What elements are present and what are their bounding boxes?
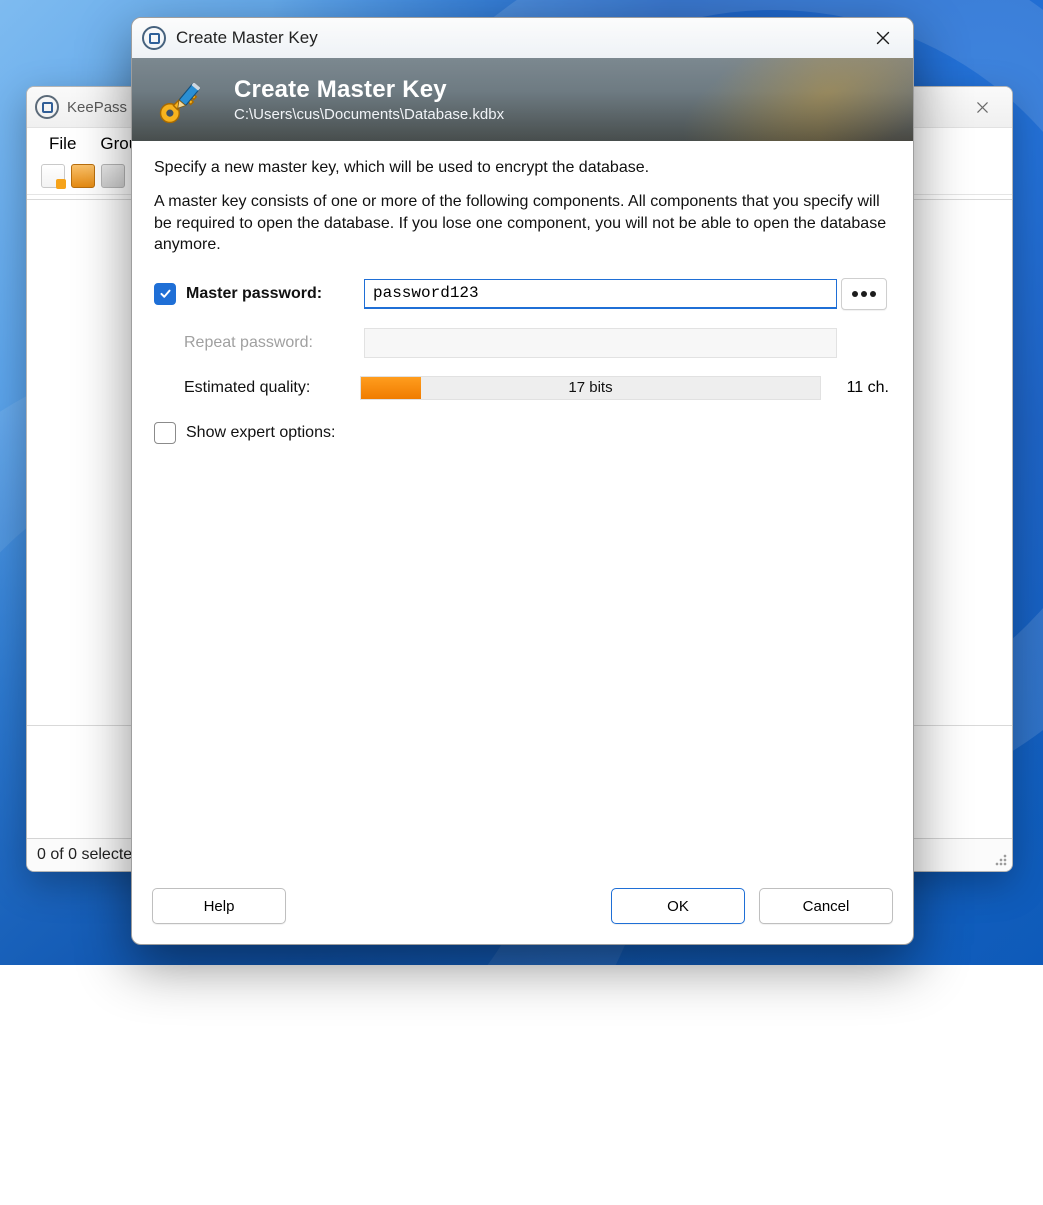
dialog-titlebar[interactable]: Create Master Key	[132, 18, 913, 58]
dialog-body: Specify a new master key, which will be …	[132, 141, 913, 874]
master-password-input[interactable]	[364, 279, 837, 309]
ok-button[interactable]: OK	[611, 888, 745, 924]
dialog-close-button[interactable]	[863, 24, 903, 52]
menu-file[interactable]: File	[49, 134, 76, 154]
expert-options-checkbox[interactable]	[154, 422, 176, 444]
dots-icon	[852, 291, 858, 297]
key-pencil-icon	[150, 65, 220, 135]
intro-text-1: Specify a new master key, which will be …	[154, 159, 891, 177]
resize-grip-icon[interactable]	[994, 853, 1008, 867]
expert-options-label: Show expert options:	[186, 424, 335, 442]
quality-bar: 17 bits	[360, 376, 821, 400]
keepass-app-icon	[35, 95, 59, 119]
quality-label: Estimated quality:	[184, 379, 310, 396]
toolbar-new-icon[interactable]	[41, 164, 65, 188]
dialog-title: Create Master Key	[176, 28, 318, 48]
master-password-checkbox[interactable]	[154, 283, 176, 305]
dialog-footer: Help OK Cancel	[132, 874, 913, 944]
banner-heading: Create Master Key	[234, 76, 504, 104]
status-text: 0 of 0 selected	[37, 846, 141, 864]
master-password-label: Master password:	[186, 285, 322, 303]
main-title: KeePass	[67, 99, 127, 116]
repeat-password-label: Repeat password:	[184, 334, 313, 352]
create-master-key-dialog: Create Master Key	[131, 17, 914, 945]
cancel-button[interactable]: Cancel	[759, 888, 893, 924]
main-close-button[interactable]	[960, 92, 1004, 122]
banner-path: C:\Users\cus\Documents\Database.kdbx	[234, 106, 504, 123]
intro-text-2: A master key consists of one or more of …	[154, 191, 891, 256]
reveal-password-button[interactable]	[841, 278, 887, 310]
toolbar-open-icon[interactable]	[71, 164, 95, 188]
dialog-banner: Create Master Key C:\Users\cus\Documents…	[132, 58, 913, 141]
help-button[interactable]: Help	[152, 888, 286, 924]
quality-text: 17 bits	[361, 377, 820, 399]
dialog-lock-icon	[142, 26, 166, 50]
toolbar-save-icon[interactable]	[101, 164, 125, 188]
repeat-password-input	[364, 328, 837, 358]
char-count: 11 ch.	[821, 379, 891, 397]
